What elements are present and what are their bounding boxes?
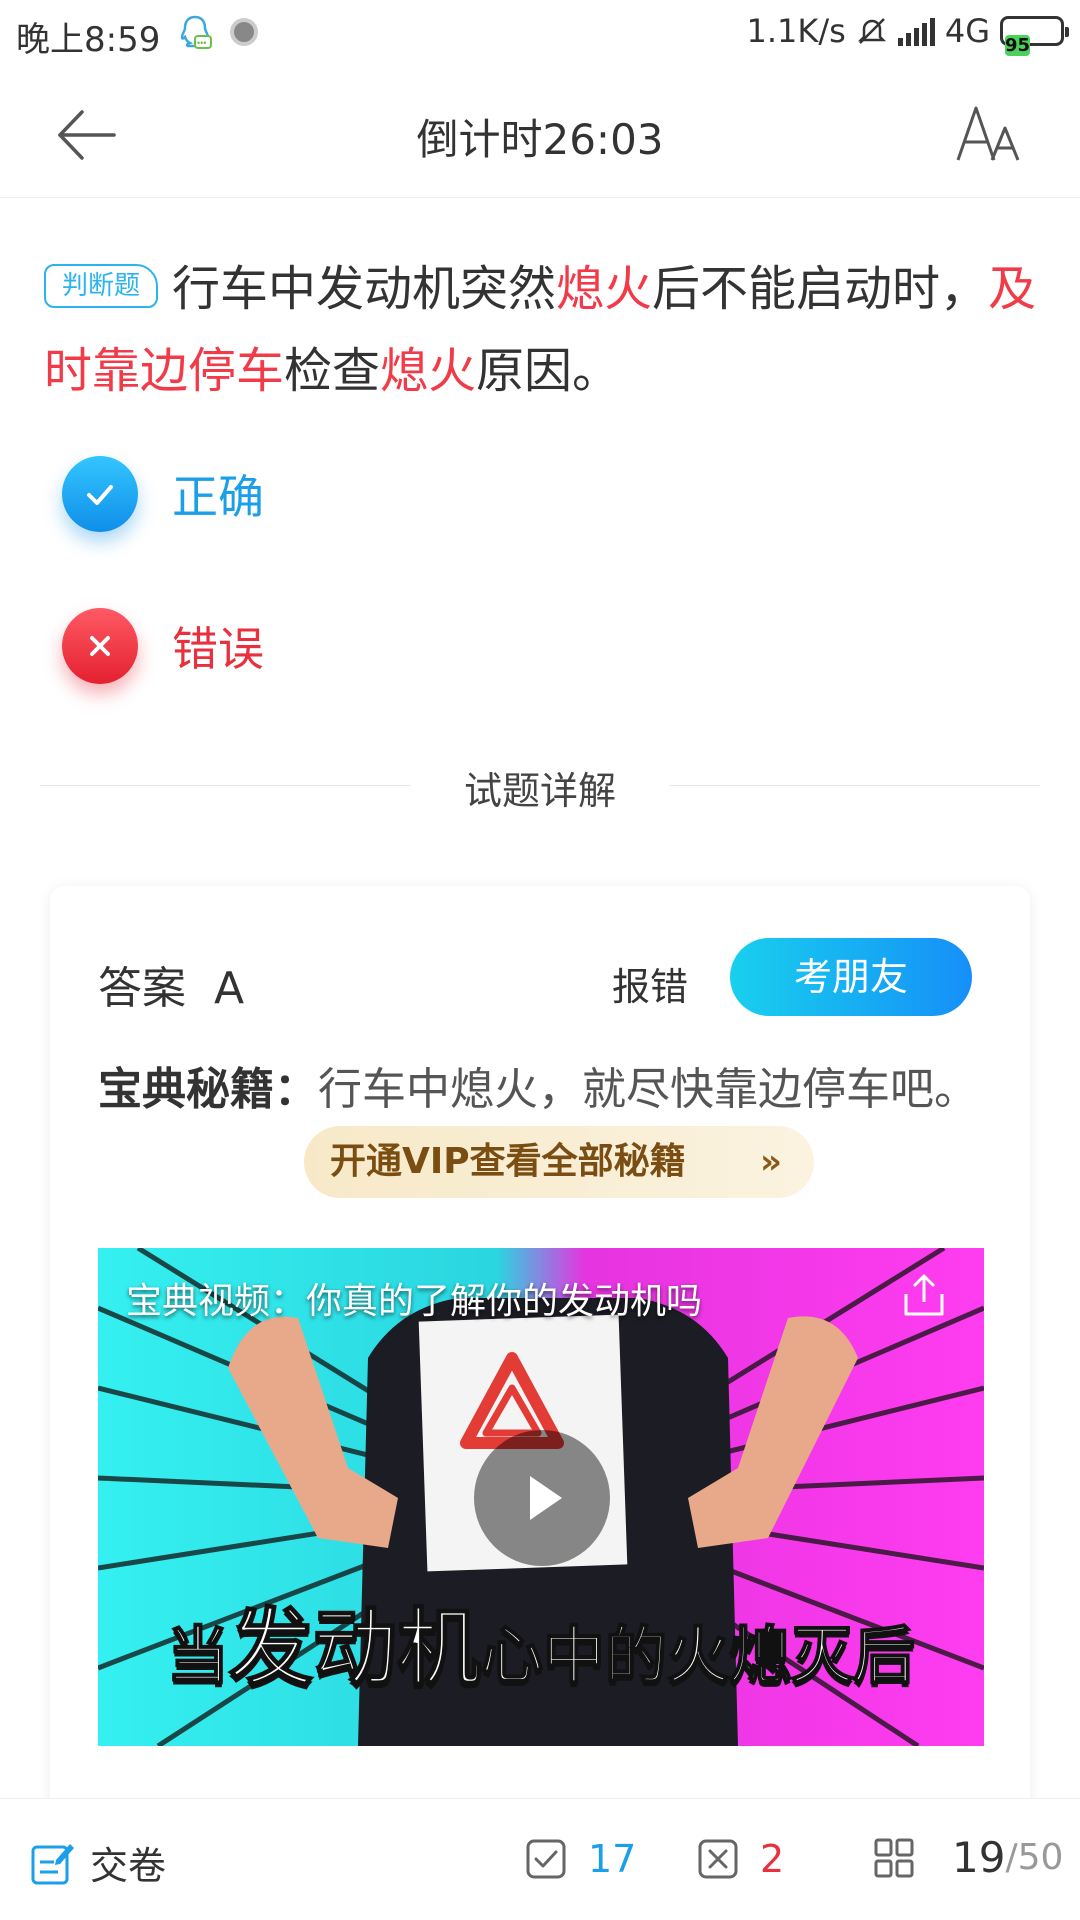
- question-part: 检查: [284, 343, 381, 399]
- wrong-count-value: 2: [760, 1837, 785, 1881]
- option-correct[interactable]: 正确: [62, 456, 264, 532]
- correct-count: 17: [526, 1837, 636, 1881]
- caption-part-big: 发动机: [228, 1598, 482, 1698]
- option-wrong[interactable]: 错误: [62, 608, 264, 684]
- report-error-button[interactable]: 报错: [612, 956, 688, 1011]
- network-type: 4G: [944, 12, 990, 50]
- option-wrong-label: 错误: [172, 622, 264, 676]
- total-questions: /50: [1005, 1837, 1064, 1878]
- option-correct-label: 正确: [172, 470, 264, 524]
- video-caption: 当发动机心中的火熄灭后: [98, 1581, 984, 1702]
- status-bar: 晚上8:59 ••• 1.1K/s 4G 95: [0, 0, 1080, 70]
- share-icon[interactable]: [900, 1272, 948, 1320]
- record-icon: [230, 18, 258, 46]
- tip-label: 宝典秘籍：: [98, 1064, 318, 1115]
- countdown-title: 倒计时26:03: [416, 115, 664, 164]
- question-text: 判断题 行车中发动机突然熄火后不能启动时，及时靠边停车检查熄火原因。: [44, 248, 1044, 412]
- caption-part: 当: [166, 1618, 230, 1693]
- tip-content: 行车中熄火，就尽快靠边停车吧。: [318, 1064, 978, 1115]
- section-divider: 试题详解: [40, 760, 1040, 813]
- tip-text: 宝典秘籍：行车中熄火，就尽快靠边停车吧。: [98, 1050, 978, 1130]
- caption-part: 心中的火熄灭后: [480, 1618, 916, 1693]
- play-button[interactable]: [474, 1430, 610, 1566]
- question-part: 后不能启动时，: [652, 261, 989, 317]
- check-icon: [62, 456, 138, 532]
- cross-icon: [62, 608, 138, 684]
- battery-icon: 95: [1000, 16, 1069, 56]
- ask-friend-button[interactable]: 考朋友: [730, 938, 972, 1016]
- cross-box-icon: [698, 1839, 738, 1879]
- video-title: 宝典视频：你真的了解你的发动机吗: [126, 1281, 703, 1322]
- status-time: 晚上8:59: [16, 20, 161, 60]
- checkbox-icon: [526, 1839, 566, 1879]
- bottom-bar: 交卷 17 2 19/50: [0, 1798, 1080, 1920]
- grid-icon: [874, 1838, 914, 1877]
- battery-level: 95: [1005, 35, 1031, 56]
- divider-line: [670, 785, 1040, 786]
- question-highlight: 熄火: [556, 261, 653, 317]
- qq-icon: •••: [180, 15, 212, 49]
- explanation-card: 答案 A 报错 考朋友 宝典秘籍：行车中熄火，就尽快靠边停车吧。 开通VIP查看…: [50, 886, 1030, 1846]
- vip-unlock-button[interactable]: 开通VIP查看全部秘籍 »: [304, 1126, 814, 1198]
- question-highlight: 熄火: [380, 343, 477, 399]
- svg-text:•••: •••: [197, 38, 206, 48]
- status-right: 1.1K/s 4G 95: [746, 12, 1069, 56]
- play-icon: [530, 1476, 562, 1520]
- double-chevron-icon: »: [760, 1142, 782, 1182]
- question-type-tag: 判断题: [44, 264, 159, 308]
- question-part: 原因。: [476, 343, 621, 399]
- current-question-number: 19: [952, 1833, 1006, 1882]
- header: 倒计时26:03: [0, 70, 1080, 198]
- vip-label: 开通VIP查看全部秘籍: [330, 1141, 686, 1182]
- submit-exam-button[interactable]: 交卷: [30, 1835, 166, 1890]
- network-speed: 1.1K/s: [746, 12, 846, 50]
- question-index-button[interactable]: 19/50: [874, 1833, 1063, 1882]
- font-size-icon[interactable]: [954, 102, 1024, 166]
- wrong-count: 2: [698, 1837, 784, 1881]
- submit-label: 交卷: [90, 1844, 167, 1888]
- mute-icon: [857, 18, 886, 44]
- section-title: 试题详解: [463, 769, 616, 813]
- correct-count-value: 17: [588, 1837, 637, 1881]
- video-player[interactable]: 宝典视频：你真的了解你的发动机吗 当发动机心中的火熄灭后: [98, 1248, 984, 1746]
- signal-icon: [897, 16, 935, 46]
- question-part: 行车中发动机突然: [172, 261, 557, 317]
- answer-text: 答案 A: [98, 963, 245, 1014]
- edit-icon: [31, 1843, 74, 1884]
